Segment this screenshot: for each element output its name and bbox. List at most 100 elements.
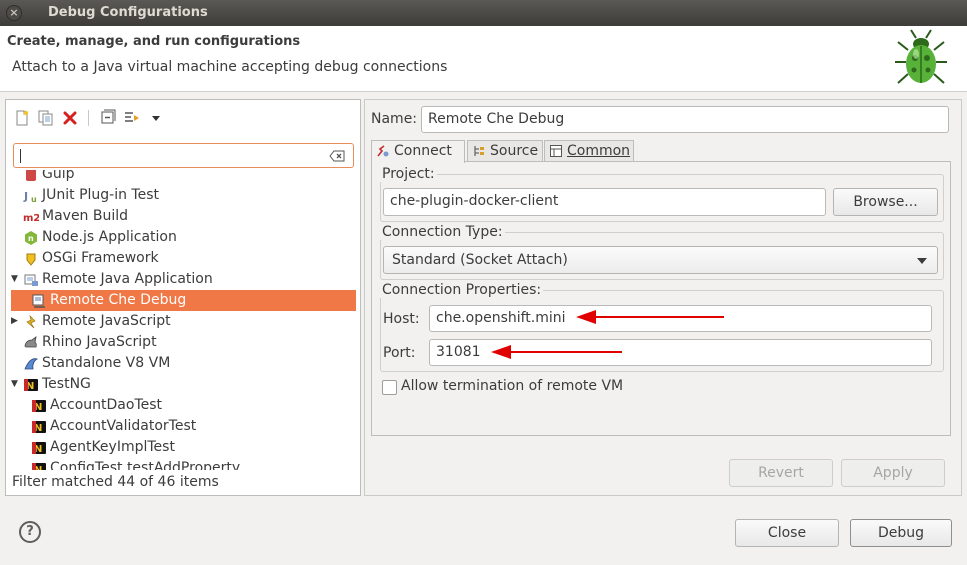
tree-item[interactable]: m2 Maven Build bbox=[11, 206, 356, 227]
tab-label: Source bbox=[490, 143, 539, 159]
tab-label: Common bbox=[567, 143, 631, 159]
connection-type-select[interactable]: Standard (Socket Attach) bbox=[383, 246, 938, 274]
tree-item[interactable]: N AccountValidatorTest bbox=[11, 416, 356, 437]
collapse-all-icon[interactable] bbox=[98, 108, 118, 128]
tree-item-label: Rhino JavaScript bbox=[42, 334, 157, 350]
tab-label: Connect bbox=[394, 143, 452, 159]
new-config-icon[interactable] bbox=[12, 108, 32, 128]
tree-collapsed-icon[interactable]: ▶ bbox=[11, 311, 21, 332]
tree-item-label: Maven Build bbox=[42, 208, 129, 224]
tree-item[interactable]: ▼ Remote Java Application bbox=[11, 269, 356, 290]
testng-icon: N bbox=[32, 463, 46, 470]
tree-item-label: Node.js Application bbox=[42, 229, 177, 245]
window-close-button[interactable]: × bbox=[6, 5, 22, 21]
dialog-header: Create, manage, and run configurations A… bbox=[0, 26, 967, 92]
bug-icon bbox=[895, 29, 947, 84]
filter-icon[interactable] bbox=[122, 108, 142, 128]
port-label: Port: bbox=[383, 345, 416, 361]
tree-item-label: Remote Java Application bbox=[42, 271, 213, 287]
tree-item[interactable]: N ConfigTest.testAddProperty bbox=[11, 458, 356, 470]
tree-item-label: AccountValidatorTest bbox=[50, 418, 197, 434]
tree-item[interactable]: Ju JUnit Plug-in Test bbox=[11, 185, 356, 206]
remote-config-icon bbox=[32, 294, 45, 308]
svg-text:n: n bbox=[28, 234, 34, 243]
chevron-down-icon bbox=[917, 258, 927, 264]
help-icon[interactable]: ? bbox=[19, 521, 41, 543]
host-label: Host: bbox=[383, 311, 420, 327]
tab-connect[interactable]: Connect bbox=[371, 140, 465, 163]
maven-icon: m2 bbox=[23, 213, 39, 224]
source-icon bbox=[474, 146, 484, 156]
tree-item-label: Remote Che Debug bbox=[50, 292, 187, 308]
tree-item[interactable]: Standalone V8 VM bbox=[11, 353, 356, 374]
duplicate-icon[interactable] bbox=[36, 108, 56, 128]
debug-button[interactable]: Debug bbox=[850, 519, 952, 547]
tree-item[interactable]: ▶ Remote JavaScript bbox=[11, 311, 356, 332]
delete-icon[interactable] bbox=[60, 108, 80, 128]
common-icon bbox=[550, 145, 562, 157]
remote-java-icon bbox=[24, 274, 38, 286]
tree-item[interactable]: Rhino JavaScript bbox=[11, 332, 356, 353]
project-group-label: Project: bbox=[380, 166, 437, 182]
nodejs-icon: n bbox=[25, 231, 37, 245]
testng-icon: N bbox=[24, 379, 38, 392]
tree-item-label: AccountDaoTest bbox=[50, 397, 163, 413]
tree-item-label: AgentKeyImplTest bbox=[50, 439, 175, 455]
tree-item[interactable]: N AccountDaoTest bbox=[11, 395, 356, 416]
name-field[interactable]: Remote Che Debug bbox=[421, 106, 949, 133]
configuration-editor: Name: Remote Che Debug Connect Source Co… bbox=[364, 99, 962, 496]
tree-item[interactable]: OSGi Framework bbox=[11, 248, 356, 269]
connection-type-value: Standard (Socket Attach) bbox=[392, 252, 568, 268]
tree-item[interactable]: n Node.js Application bbox=[11, 227, 356, 248]
port-annotation-arrow bbox=[491, 345, 622, 359]
tree-item[interactable]: ▼ N TestNG bbox=[11, 374, 356, 395]
tree-item[interactable]: N AgentKeyImplTest bbox=[11, 437, 356, 458]
osgi-icon bbox=[26, 253, 36, 266]
tree-item-label: Gulp bbox=[42, 170, 75, 182]
host-annotation-arrow bbox=[576, 310, 724, 324]
close-button[interactable]: Close bbox=[735, 519, 839, 547]
tree-expanded-icon[interactable]: ▼ bbox=[11, 374, 21, 395]
testng-icon: N bbox=[32, 442, 46, 455]
allow-termination-checkbox[interactable] bbox=[382, 380, 397, 395]
toolbar-separator bbox=[88, 110, 89, 126]
v8-icon bbox=[24, 358, 38, 370]
tab-source[interactable]: Source bbox=[467, 140, 543, 162]
connect-icon bbox=[377, 145, 389, 157]
tree-item[interactable]: Remote Che Debug bbox=[11, 290, 356, 311]
remote-js-icon bbox=[26, 315, 36, 329]
tree-item-label: Standalone V8 VM bbox=[42, 355, 171, 371]
project-field[interactable]: che-plugin-docker-client bbox=[383, 188, 826, 216]
filter-input[interactable] bbox=[13, 143, 354, 168]
header-title: Create, manage, and run configurations bbox=[7, 34, 301, 49]
header-description: Attach to a Java virtual machine accepti… bbox=[12, 59, 448, 75]
tree-item-label: TestNG bbox=[42, 376, 91, 392]
tree-item[interactable]: Gulp bbox=[11, 170, 356, 185]
tree-expanded-icon[interactable]: ▼ bbox=[11, 269, 21, 290]
name-label: Name: bbox=[371, 111, 418, 127]
tab-common[interactable]: Common bbox=[544, 140, 634, 162]
window-title: Debug Configurations bbox=[48, 5, 208, 20]
view-menu-chevron-icon[interactable] bbox=[146, 108, 166, 128]
svg-text:u: u bbox=[31, 195, 37, 204]
svg-text:J: J bbox=[23, 190, 28, 203]
testng-icon: N bbox=[32, 400, 46, 413]
tree-item-label: JUnit Plug-in Test bbox=[42, 187, 160, 203]
testng-icon: N bbox=[32, 421, 46, 434]
clear-filter-icon[interactable] bbox=[329, 150, 345, 162]
browse-button[interactable]: Browse... bbox=[833, 188, 938, 216]
filter-status: Filter matched 44 of 46 items bbox=[12, 474, 219, 490]
junit-plugin-icon: Ju bbox=[23, 190, 37, 204]
allow-termination-label: Allow termination of remote VM bbox=[401, 378, 624, 394]
tree-item-label: Remote JavaScript bbox=[42, 313, 171, 329]
apply-button[interactable]: Apply bbox=[841, 459, 945, 487]
connection-properties-label: Connection Properties: bbox=[380, 282, 544, 298]
revert-button[interactable]: Revert bbox=[729, 459, 833, 487]
connect-tab-panel: Project: che-plugin-docker-client Browse… bbox=[371, 161, 951, 436]
tree-item-label: OSGi Framework bbox=[42, 250, 159, 266]
gulp-icon bbox=[26, 170, 36, 181]
rhino-icon bbox=[24, 336, 37, 348]
text-caret bbox=[20, 149, 21, 163]
configuration-tree-pane: Gulp Ju JUnit Plug-in Test m2 Maven Build n No… bbox=[5, 99, 361, 496]
svg-text:m2: m2 bbox=[23, 213, 39, 224]
